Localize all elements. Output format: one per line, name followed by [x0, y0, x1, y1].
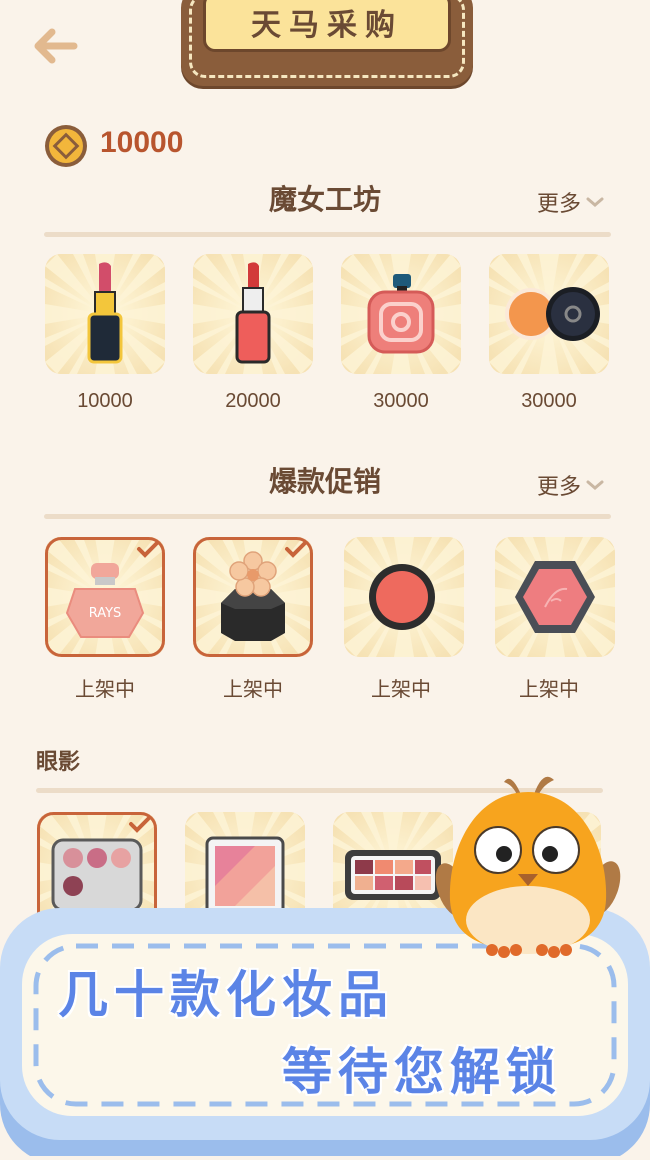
product-card[interactable]	[45, 254, 165, 374]
chick-mascot	[432, 770, 622, 960]
item-price: 30000	[373, 390, 429, 412]
item-status: 上架中	[223, 677, 283, 701]
product-card[interactable]	[193, 254, 313, 374]
product-card[interactable]	[495, 537, 615, 657]
perfume-pink-icon	[341, 254, 461, 374]
flower-box-icon	[193, 537, 313, 657]
more-button-hot-sale[interactable]: 更多	[537, 469, 605, 501]
page-title: 天马采购	[203, 0, 451, 52]
blush-round-icon	[344, 537, 464, 657]
item-status: 上架中	[371, 677, 431, 701]
item-status: 上架中	[519, 677, 579, 701]
product-card[interactable]	[344, 537, 464, 657]
back-arrow-icon	[34, 28, 78, 64]
more-button-witch-workshop[interactable]: 更多	[537, 186, 605, 218]
title-plaque: 天马采购	[181, 0, 473, 86]
section-divider	[44, 232, 611, 237]
item-price: 20000	[225, 390, 281, 412]
product-card[interactable]	[489, 254, 609, 374]
banner-line1: 几十款化妆品	[57, 965, 394, 1025]
perfume-rays-icon: RAYS	[45, 537, 165, 657]
compact-blush-icon	[489, 254, 609, 374]
banner-line2: 等待您解锁	[282, 1043, 562, 1101]
section-divider	[44, 514, 611, 519]
product-card-selected[interactable]	[193, 537, 313, 657]
lipstick-gold-icon	[45, 254, 165, 374]
more-label: 更多	[537, 192, 582, 217]
chevron-down-icon	[586, 197, 604, 207]
product-card-selected[interactable]: RAYS	[45, 537, 165, 657]
lipstick-red-icon	[193, 254, 313, 374]
hexagon-powder-icon	[495, 537, 615, 657]
perfume-label: RAYS	[89, 606, 122, 621]
item-price: 10000	[77, 390, 133, 412]
coin-balance: 10000	[100, 126, 184, 159]
chevron-down-icon	[586, 480, 604, 490]
more-label: 更多	[537, 475, 582, 500]
item-status: 上架中	[75, 677, 135, 701]
coin-icon	[44, 124, 88, 168]
product-card[interactable]	[341, 254, 461, 374]
back-button[interactable]	[30, 26, 80, 66]
section-title-eyeshadow: 眼影	[36, 750, 81, 775]
item-price: 30000	[521, 390, 577, 412]
